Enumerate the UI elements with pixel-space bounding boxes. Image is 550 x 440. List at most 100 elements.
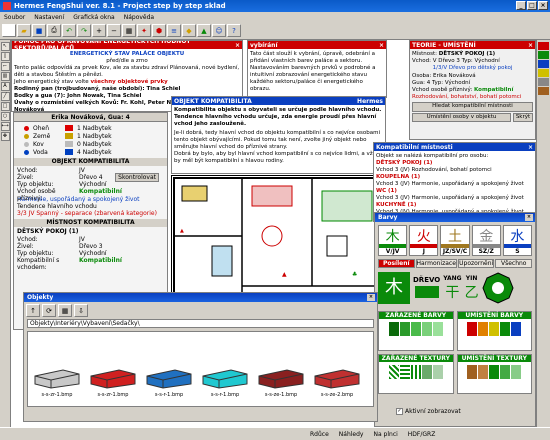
rect-tool-icon[interactable]: □ bbox=[0, 102, 10, 111]
grid-icon[interactable]: ▦ bbox=[122, 24, 136, 37]
import-icon[interactable]: ⇩ bbox=[74, 304, 88, 317]
object-thumbnail[interactable]: s-s-ze-1.bmp bbox=[256, 366, 306, 398]
swatch-green-3[interactable] bbox=[410, 322, 421, 336]
folder-up-icon[interactable]: ↑ bbox=[26, 304, 40, 317]
strip-brown[interactable] bbox=[538, 87, 549, 95]
circle-tool-icon[interactable]: ○ bbox=[0, 112, 10, 121]
refresh-icon[interactable]: ⟳ bbox=[42, 304, 56, 317]
redo-icon[interactable]: ↷ bbox=[77, 24, 91, 37]
notes-close-icon[interactable]: × bbox=[379, 42, 384, 49]
measure-tool-icon[interactable]: ⟷ bbox=[0, 122, 10, 131]
swatch-green-5[interactable] bbox=[432, 322, 443, 336]
texture-2[interactable] bbox=[399, 365, 410, 379]
zoom-out-icon[interactable]: − bbox=[107, 24, 121, 37]
status-nahledy[interactable]: Náhledy bbox=[339, 431, 364, 438]
strip-yellow[interactable] bbox=[538, 69, 549, 77]
strip-grey[interactable] bbox=[538, 78, 549, 86]
menu-graficka-okna[interactable]: Grafická okna bbox=[73, 14, 114, 21]
theory-close-icon[interactable]: × bbox=[528, 42, 533, 49]
bagua-icon[interactable]: ⬢ bbox=[152, 24, 166, 37]
swatch-green-2[interactable] bbox=[399, 322, 410, 336]
strip-red[interactable] bbox=[538, 42, 549, 50]
active-display-checkbox[interactable]: ✓ bbox=[396, 408, 403, 415]
minimize-button[interactable]: _ bbox=[516, 1, 526, 10]
menu-napoveda[interactable]: Nápověda bbox=[124, 14, 154, 21]
swatch-blue[interactable] bbox=[511, 322, 522, 336]
objects-close-icon[interactable]: × bbox=[367, 294, 375, 301]
right-color-strip[interactable] bbox=[536, 40, 550, 427]
help-panel-close-icon[interactable]: × bbox=[235, 42, 240, 49]
object-thumbnail[interactable]: s-s-zr-1.bmp bbox=[88, 366, 138, 398]
strip-blue[interactable] bbox=[538, 60, 549, 68]
texture-4[interactable] bbox=[421, 365, 432, 379]
texture-moss[interactable] bbox=[511, 365, 522, 379]
object-thumbnail[interactable]: s-s-zr-1.bmp bbox=[32, 366, 82, 398]
find-rooms-button[interactable]: Hledat kompatibilní místnosti bbox=[412, 102, 533, 112]
kompat-title: OBJEKT KOMPATIBILITA bbox=[174, 97, 252, 105]
maximize-button[interactable]: □ bbox=[527, 1, 537, 10]
active-display-option[interactable]: ✓ Aktivní zobrazovat bbox=[396, 408, 461, 415]
save-icon[interactable]: ■ bbox=[32, 24, 46, 37]
colors-close-icon[interactable]: × bbox=[525, 214, 533, 221]
room-entry-name[interactable]: KOUPELNA (1) bbox=[376, 174, 533, 181]
texture-3[interactable] bbox=[410, 365, 421, 379]
texture-leaf[interactable] bbox=[489, 365, 500, 379]
element-tile[interactable]: 木 V/JV bbox=[378, 225, 408, 256]
undo-icon[interactable]: ↶ bbox=[62, 24, 76, 37]
color-tab[interactable]: Harmonizace bbox=[415, 259, 457, 268]
swatch-green-4[interactable] bbox=[421, 322, 432, 336]
zoom-in-icon[interactable]: + bbox=[92, 24, 106, 37]
texture-1[interactable] bbox=[388, 365, 399, 379]
room-entry-name[interactable]: KUCHYNĚ (1) bbox=[376, 202, 533, 209]
swatch-green-1[interactable] bbox=[388, 322, 399, 336]
text-tool-icon[interactable]: A bbox=[0, 82, 10, 91]
line-tool-icon[interactable]: ╱ bbox=[0, 92, 10, 101]
close-button[interactable]: × bbox=[538, 1, 548, 10]
swatch-green[interactable] bbox=[500, 322, 511, 336]
object-thumbnail[interactable]: s-s-r-1.bmp bbox=[144, 366, 194, 398]
color-tab[interactable]: Všechno bbox=[495, 259, 532, 268]
help-icon[interactable]: ? bbox=[227, 24, 241, 37]
swatch-orange[interactable] bbox=[478, 322, 489, 336]
wall-tool-icon[interactable]: ▯ bbox=[0, 52, 10, 61]
skontrolovat-button[interactable]: Skontrolovat bbox=[115, 173, 159, 182]
element-tile[interactable]: 土 JZ/SV/C bbox=[440, 225, 470, 256]
texture-grass[interactable] bbox=[500, 365, 511, 379]
drawing-canvas[interactable]: POMOC PRO OPRAVOVÁNÍ ENERGETICKÝCH HODNO… bbox=[11, 40, 536, 427]
layers-icon[interactable]: ≡ bbox=[167, 24, 181, 37]
texture-wood-1[interactable] bbox=[467, 365, 478, 379]
objects-icon[interactable]: ▲ bbox=[197, 24, 211, 37]
objects-path[interactable]: Objekty\Interiéry\Vybavení\Sedačky\ bbox=[27, 319, 374, 328]
strip-green[interactable] bbox=[538, 51, 549, 59]
menu-nastaveni[interactable]: Nastavení bbox=[34, 14, 64, 21]
color-tab[interactable]: Upozornění bbox=[457, 259, 495, 268]
open-folder-icon[interactable]: ▰ bbox=[17, 24, 31, 37]
element-tile[interactable]: 火J bbox=[409, 225, 439, 256]
color-tab[interactable]: Posílení bbox=[378, 259, 415, 268]
door-tool-icon[interactable]: ⌐ bbox=[0, 62, 10, 71]
object-thumbnail[interactable]: s-s-r-1.bmp bbox=[200, 366, 250, 398]
person-value[interactable]: Erika Nováková bbox=[433, 73, 476, 79]
place-person-button[interactable]: Umístění osoby v objektu bbox=[412, 112, 511, 122]
rooms-close-icon[interactable]: × bbox=[528, 144, 533, 151]
texture-wood-2[interactable] bbox=[478, 365, 489, 379]
print-icon[interactable]: ⎙ bbox=[47, 24, 61, 37]
object-thumbnail[interactable]: s-s-ze-2.bmp bbox=[312, 366, 362, 398]
texture-5[interactable] bbox=[432, 365, 443, 379]
swatch-red[interactable] bbox=[467, 322, 478, 336]
hide-button[interactable]: Skrýt bbox=[513, 112, 533, 122]
window-tool-icon[interactable]: ▥ bbox=[0, 72, 10, 81]
colors-icon[interactable]: ◆ bbox=[182, 24, 196, 37]
element-tile[interactable]: 金 SZ/Z bbox=[471, 225, 501, 256]
select-tool-icon[interactable]: ↖ bbox=[0, 42, 10, 51]
room-entry-name[interactable]: DĚTSKÝ POKOJ (1) bbox=[376, 160, 533, 167]
view-icon[interactable]: ▦ bbox=[58, 304, 72, 317]
pan-tool-icon[interactable]: ✥ bbox=[0, 132, 10, 141]
new-file-icon[interactable]: ▭ bbox=[2, 24, 16, 37]
person-icon[interactable]: ☺ bbox=[212, 24, 226, 37]
menu-soubor[interactable]: Soubor bbox=[4, 14, 25, 21]
element-tile[interactable]: 水S bbox=[502, 225, 533, 256]
swatch-yellow[interactable] bbox=[489, 322, 500, 336]
compass-icon[interactable]: ✦ bbox=[137, 24, 151, 37]
room-entry-name[interactable]: WC (1) bbox=[376, 188, 533, 195]
